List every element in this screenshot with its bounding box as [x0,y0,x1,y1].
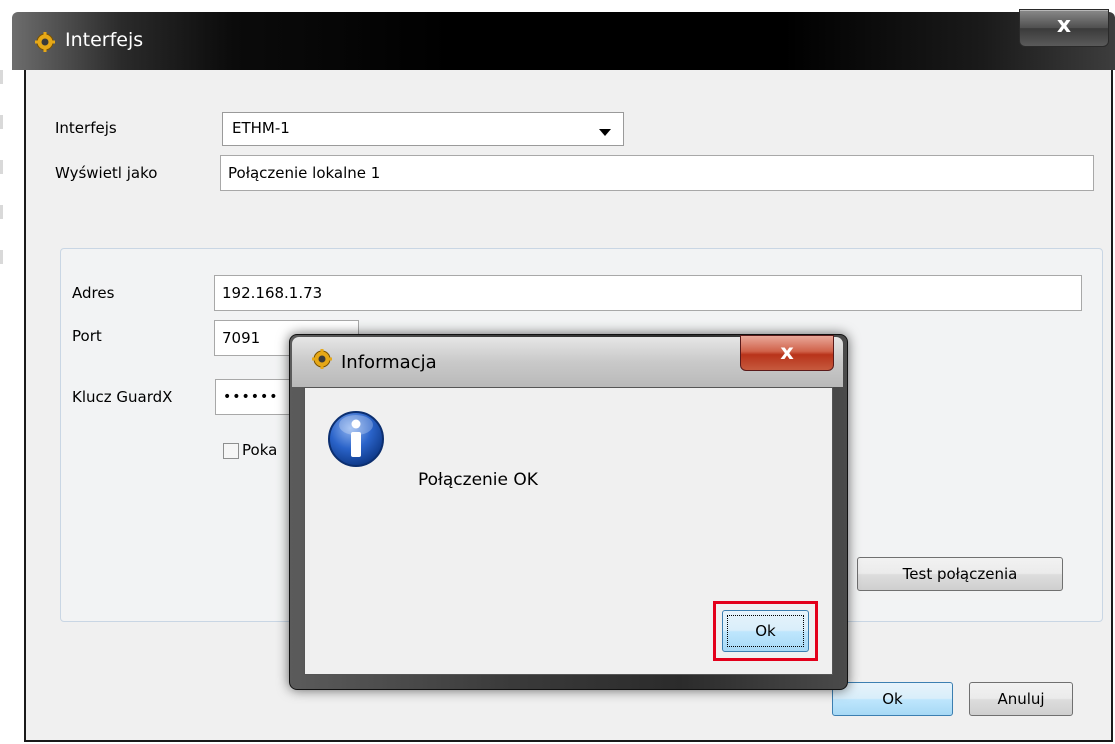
display-as-label: Wyświetl jako [55,164,158,182]
info-message: Połączenie OK [418,470,538,490]
info-client-area: Połączenie OK Ok [304,387,833,675]
address-label: Adres [72,284,115,302]
interface-select-value: ETHM-1 [232,119,290,137]
info-dialog-title: Informacja [341,352,437,373]
show-key-checkbox[interactable] [223,443,239,459]
gear-icon [312,349,332,369]
ok-button[interactable]: Ok [832,682,953,716]
information-icon [328,411,384,467]
close-icon: x [1056,13,1072,38]
display-as-input[interactable]: Połączenie lokalne 1 [220,155,1094,191]
main-titlebar: Interfejs x [12,9,1115,70]
interface-label: Interfejs [55,119,117,137]
cancel-button[interactable]: Anuluj [969,682,1073,716]
test-connection-button[interactable]: Test połączenia [857,557,1063,591]
window-title: Interfejs [65,29,144,51]
info-ok-label: Ok [755,622,776,640]
close-icon: x [780,340,794,364]
show-key-label: Poka [242,441,278,459]
gear-icon [35,32,55,52]
port-label: Port [72,327,102,345]
info-ok-button[interactable]: Ok [722,610,809,652]
information-dialog: Informacja x Połączenie OK Ok [289,334,848,690]
info-close-button[interactable]: x [740,335,834,371]
close-button[interactable]: x [1019,9,1109,47]
left-edge-strip [0,0,12,744]
address-input[interactable]: 192.168.1.73 [214,275,1082,311]
guardx-key-label: Klucz GuardX [72,388,173,406]
interface-select[interactable]: ETHM-1 [222,112,624,146]
chevron-down-icon [599,129,611,136]
